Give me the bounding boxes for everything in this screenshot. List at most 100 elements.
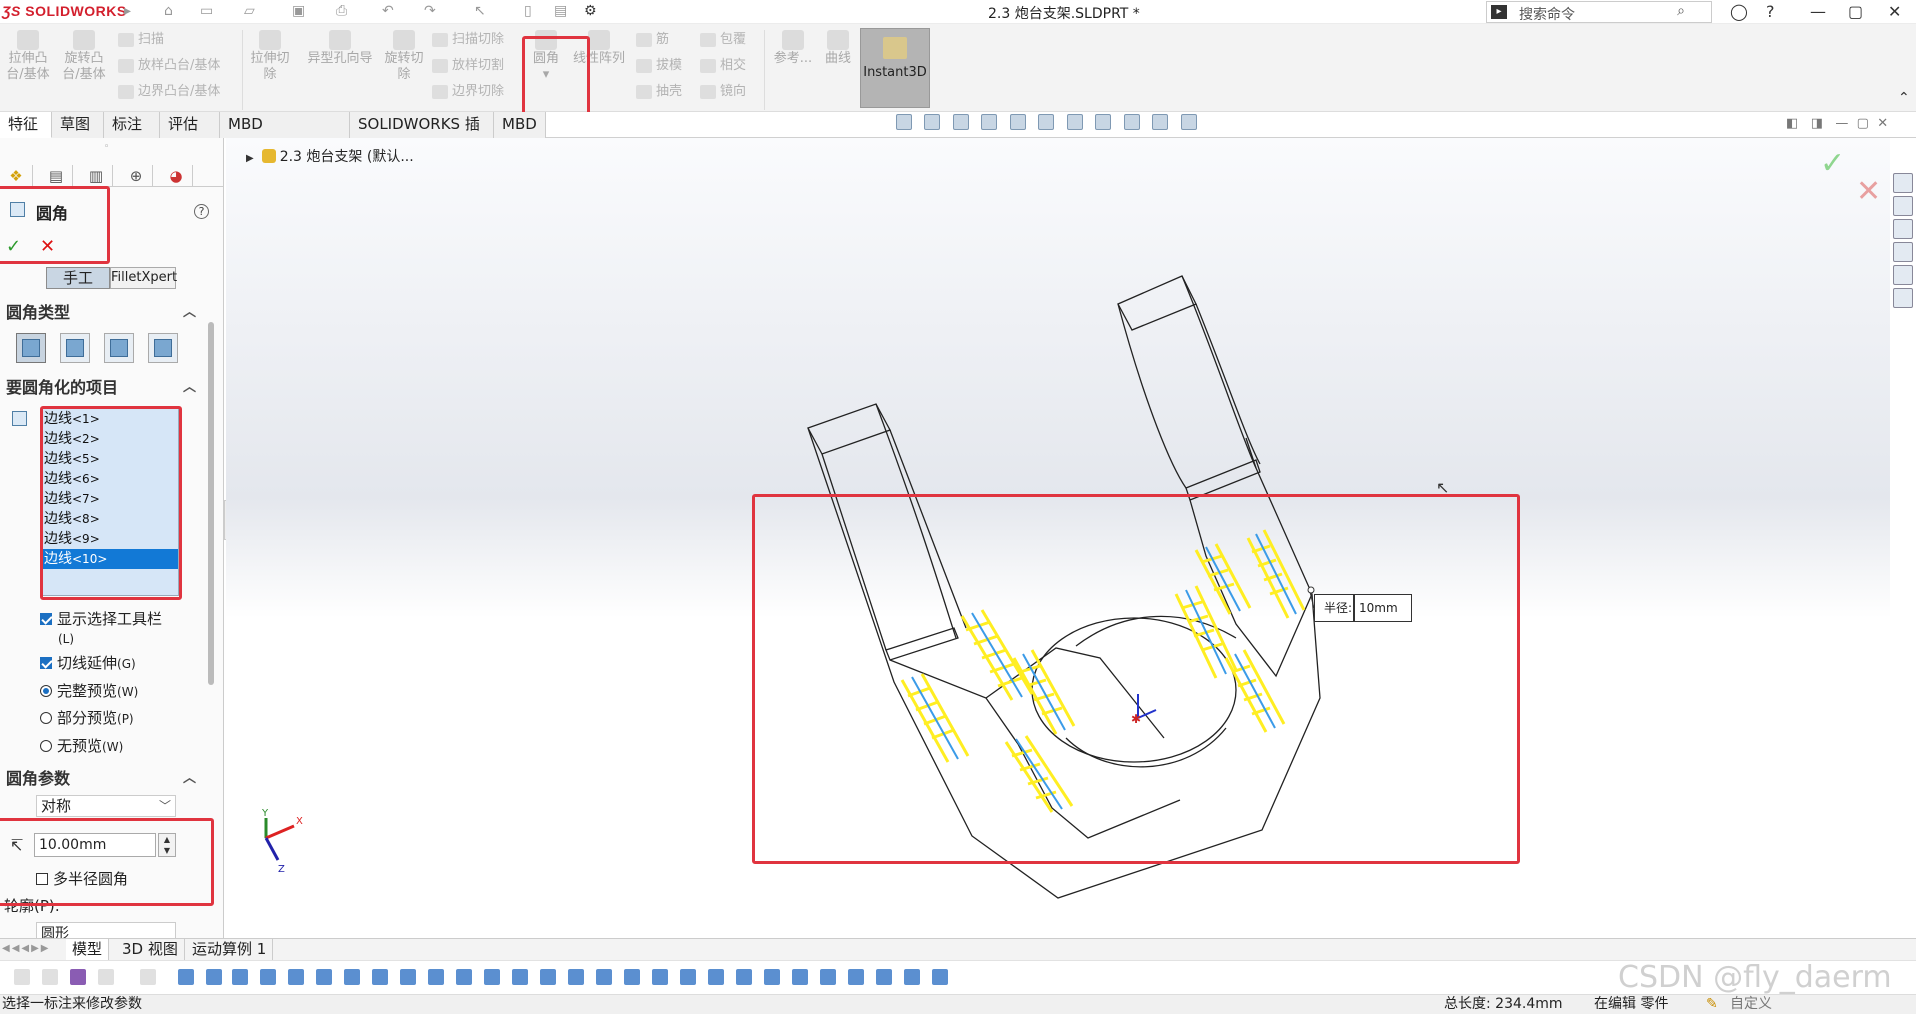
variable-radius-fillet-button[interactable] xyxy=(60,333,90,363)
sketch-segment-icon[interactable] xyxy=(400,969,416,985)
view-orientation-icon[interactable] xyxy=(1038,114,1055,130)
intersect-button[interactable]: 相交 xyxy=(700,54,746,78)
filter-faces-icon[interactable] xyxy=(70,969,86,985)
balloon-icon[interactable] xyxy=(652,969,668,985)
viewport-restore-icon[interactable]: ▢ xyxy=(1857,116,1869,131)
axis-icon[interactable] xyxy=(206,969,222,985)
reference-geometry-button[interactable]: 参考... xyxy=(770,30,816,67)
filter-toggle-icon[interactable] xyxy=(42,969,58,985)
mirror-button[interactable]: 镜向 xyxy=(700,80,746,104)
section-items-to-fillet[interactable]: 要圆角化的项目 ︿ xyxy=(0,377,204,399)
edge-icon[interactable] xyxy=(316,969,332,985)
block-icon[interactable] xyxy=(736,969,752,985)
dimxpert-tab-icon[interactable]: ⊕ xyxy=(120,165,153,187)
confirm-corner-ok-icon[interactable]: ✓ xyxy=(1820,146,1845,181)
help-icon[interactable]: ? xyxy=(194,204,209,219)
plane-icon[interactable] xyxy=(232,969,248,985)
shell-button[interactable]: 抽壳 xyxy=(636,80,682,104)
full-round-fillet-button[interactable] xyxy=(148,333,178,363)
manual-mode-tab[interactable]: 手工 xyxy=(46,267,110,289)
dimension-icon[interactable] xyxy=(484,969,500,985)
face-icon[interactable] xyxy=(260,969,276,985)
partial-preview-radio[interactable]: 部分预览(P) xyxy=(40,707,134,728)
viewport-tile2-icon[interactable]: ◨ xyxy=(1811,116,1823,131)
annotation-icon[interactable] xyxy=(708,969,724,985)
section-fillet-type[interactable]: 圆角类型 ︿ xyxy=(0,302,204,324)
close-button[interactable]: ✕ xyxy=(1888,2,1901,21)
rib-button[interactable]: 筋 xyxy=(636,28,669,52)
sweep-cut-button[interactable]: 扫描切除 xyxy=(432,28,504,52)
chevron-up-icon[interactable]: ︿ xyxy=(183,768,196,790)
midpoint-icon[interactable] xyxy=(428,969,444,985)
property-manager-tab-icon[interactable]: ▤ xyxy=(40,165,73,187)
revolve-boss-button[interactable]: 旋转凸 台/基体 xyxy=(62,30,106,83)
help-icon[interactable]: ? xyxy=(1766,2,1775,21)
sweep-button[interactable]: 扫描 xyxy=(118,28,164,52)
expand-arrow-icon[interactable]: ▶ xyxy=(246,153,254,164)
dynamic-annotation-icon[interactable] xyxy=(1009,114,1026,130)
boundary-boss-button[interactable]: 边界凸台/基体 xyxy=(118,80,220,104)
viewport-close-icon[interactable]: ✕ xyxy=(1877,116,1888,131)
tab-sketch[interactable]: 草图 xyxy=(52,112,104,138)
rebuild-status-icon[interactable]: ✎ xyxy=(1706,995,1718,1014)
measure-icon[interactable] xyxy=(904,969,920,985)
loft-button[interactable]: 放样凸台/基体 xyxy=(118,54,220,78)
section-fillet-parameters[interactable]: 圆角参数 ︿ xyxy=(0,768,204,790)
tab-3d-view[interactable]: 3D 视图 xyxy=(116,939,185,961)
cosmetic-thread-icon[interactable] xyxy=(680,969,696,985)
full-preview-radio[interactable]: 完整预览(W) xyxy=(40,680,138,701)
face-fillet-button[interactable] xyxy=(104,333,134,363)
no-preview-radio[interactable]: 无预览(W) xyxy=(40,735,123,756)
viewport-minimize-icon[interactable]: — xyxy=(1835,116,1848,131)
tab-mbd-dimensions[interactable]: MBD Dimensions xyxy=(220,112,350,158)
revolve-cut-button[interactable]: 旋转切 除 xyxy=(382,30,426,83)
design-library-icon[interactable] xyxy=(1893,196,1913,216)
note-icon[interactable] xyxy=(624,969,640,985)
previous-view-icon[interactable] xyxy=(952,114,969,130)
zoom-area-icon[interactable] xyxy=(924,114,941,130)
select-icon[interactable] xyxy=(98,969,114,985)
display-style-icon[interactable] xyxy=(1066,114,1083,130)
loft-cut-button[interactable]: 放样切割 xyxy=(432,54,504,78)
save-icon[interactable]: ▣ xyxy=(292,3,305,19)
constant-radius-fillet-button[interactable] xyxy=(16,333,46,363)
collapse-ribbon-icon[interactable]: ⌃ xyxy=(1898,90,1910,106)
zoom-to-fit-icon[interactable] xyxy=(896,114,912,130)
tangent-propagation-checkbox[interactable]: 切线延伸(G) xyxy=(40,652,136,673)
surface-finish-icon[interactable] xyxy=(512,969,528,985)
search-input[interactable]: ▸ 搜索命令 ⌕ xyxy=(1486,1,1712,23)
tab-model[interactable]: 模型 xyxy=(66,939,110,961)
tab-markup[interactable]: 标注 xyxy=(104,112,160,138)
feature-tree-tab-icon[interactable]: ❖ xyxy=(0,165,33,187)
spline-icon[interactable] xyxy=(848,969,864,985)
file-properties-icon[interactable]: ▤ xyxy=(554,3,567,19)
display-manager-tab-icon[interactable]: ◕ xyxy=(160,165,193,187)
tab-motion-study[interactable]: 运动算例 1 xyxy=(186,939,274,961)
expand-menu-icon[interactable]: ▸ xyxy=(124,3,131,19)
view-settings-icon[interactable] xyxy=(1180,114,1197,130)
show-selection-toolbar-checkbox[interactable]: 显示选择工具栏 (L) xyxy=(40,608,162,647)
tab-navigation-arrows[interactable]: ◀◀◀▶▶ xyxy=(2,943,50,954)
home-icon[interactable]: ⌂ xyxy=(164,3,173,19)
extrude-cut-button[interactable]: 拉伸切 除 xyxy=(248,30,292,83)
options-gear-icon[interactable]: ⚙ xyxy=(584,3,597,19)
panel-scrollbar[interactable] xyxy=(208,322,214,685)
filter-icon[interactable] xyxy=(14,969,30,985)
hole-wizard-button[interactable]: 异型孔向导 xyxy=(300,30,380,67)
section-view-icon[interactable] xyxy=(981,114,998,130)
wrap-button[interactable]: 包覆 xyxy=(700,28,746,52)
draft-button[interactable]: 拔模 xyxy=(636,54,682,78)
tab-solidworks-addins[interactable]: SOLIDWORKS 插件 xyxy=(350,112,494,158)
sketch-point-icon[interactable] xyxy=(372,969,388,985)
profile-dropdown[interactable]: 圆形 xyxy=(36,922,176,938)
open-folder-icon[interactable]: ▱ xyxy=(244,3,255,19)
solidworks-logo[interactable]: ƷS SOLIDWORKS xyxy=(2,3,127,21)
apply-scene-icon[interactable] xyxy=(1152,114,1169,130)
solid-icon[interactable] xyxy=(288,969,304,985)
extrude-boss-button[interactable]: 拉伸凸 台/基体 xyxy=(6,30,50,83)
custom-properties-icon[interactable] xyxy=(1893,288,1913,308)
center-mark-icon[interactable] xyxy=(456,969,472,985)
search-icon[interactable]: ⌕ xyxy=(1677,3,1685,19)
tab-features[interactable]: 特征 xyxy=(0,112,52,138)
geometric-tolerance-icon[interactable] xyxy=(596,969,612,985)
